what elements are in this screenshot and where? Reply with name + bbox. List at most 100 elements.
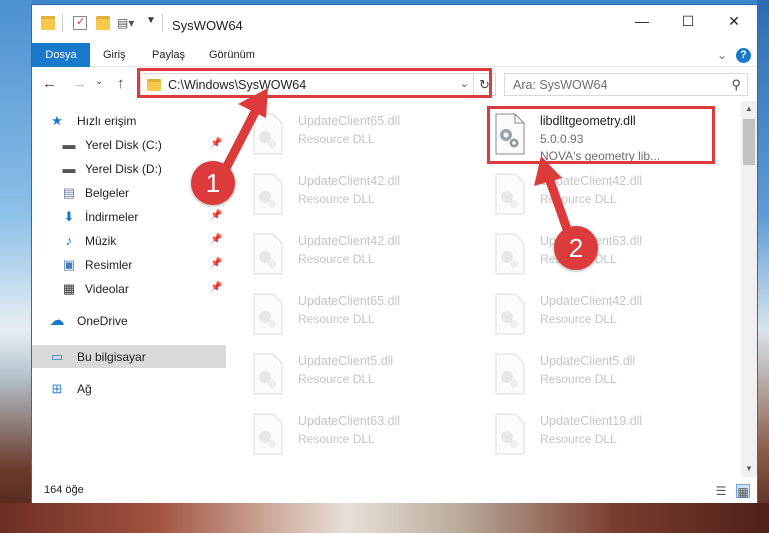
- desktop-background-right: [757, 0, 769, 533]
- ribbon-tabs: Dosya Giriş Paylaş Görünüm ⌄ ?: [32, 43, 757, 67]
- close-button[interactable]: ✕: [711, 5, 757, 37]
- customize-toolbar-icon[interactable]: ▤▾: [117, 16, 134, 30]
- music-icon: ♪: [65, 233, 73, 248]
- cloud-icon: ☁: [49, 312, 65, 329]
- expand-ribbon-icon[interactable]: ⌄: [717, 48, 727, 62]
- recent-locations-icon[interactable]: ⌄: [95, 76, 103, 87]
- file-type: Resource DLL: [540, 432, 617, 446]
- new-folder-icon[interactable]: [96, 16, 110, 30]
- file-item[interactable]: UpdateClient42.dll Resource DLL: [236, 229, 466, 287]
- search-box[interactable]: ⚲: [504, 73, 748, 96]
- quick-access-dropdown-icon[interactable]: ▼: [146, 15, 156, 26]
- dll-file-icon: [253, 233, 283, 275]
- sidebar-item-label: Hızlı erişim: [77, 114, 137, 128]
- dll-file-icon: [495, 113, 525, 155]
- documents-icon: ▤: [62, 185, 76, 200]
- help-icon[interactable]: ?: [736, 48, 751, 63]
- sidebar-item-pictures[interactable]: ▣ Resimler 📌: [32, 253, 226, 276]
- sidebar-item-label: OneDrive: [77, 314, 128, 328]
- file-name: UpdateClient42.dll: [540, 294, 643, 308]
- sidebar-item-local-disk-c[interactable]: ▬ Yerel Disk (C:) 📌: [32, 133, 226, 156]
- file-item[interactable]: UpdateClient63.dll Resource DLL: [236, 409, 466, 467]
- file-name: UpdateClient19.dll: [540, 414, 643, 428]
- file-item[interactable]: UpdateClient42.dll Resource DLL: [236, 169, 466, 227]
- file-item[interactable]: UpdateClient5.dll Resource DLL: [478, 349, 708, 407]
- refresh-button[interactable]: ↻: [473, 74, 495, 95]
- sidebar-item-label: Belgeler: [85, 186, 130, 200]
- file-name: UpdateClient65.dll: [298, 114, 401, 128]
- scroll-thumb[interactable]: [743, 119, 755, 165]
- explorer-window: ✓ ▤▾ ▼ SysWOW64 — ☐ ✕ Dosya Giriş Paylaş…: [31, 4, 758, 503]
- sidebar-item-label: Videolar: [85, 282, 129, 296]
- sidebar-item-label: Yerel Disk (D:): [85, 162, 162, 176]
- drive-icon: ▬: [62, 137, 76, 152]
- drive-icon: ▬: [62, 161, 76, 176]
- sidebar-item-label: Müzik: [85, 234, 117, 248]
- sidebar-item-network[interactable]: ⊞ Ağ: [32, 377, 226, 400]
- dll-file-icon: [495, 173, 525, 215]
- tab-view[interactable]: Görünüm: [209, 43, 255, 67]
- network-icon: ⊞: [51, 381, 63, 396]
- sidebar-item-downloads[interactable]: ⬇ İndirmeler 📌: [32, 205, 226, 228]
- large-icons-view-icon[interactable]: ▦: [736, 484, 750, 499]
- sidebar-item-quick-access[interactable]: ★ Hızlı erişim: [32, 109, 226, 132]
- star-icon: ★: [51, 113, 63, 128]
- sidebar-item-label: Bu bilgisayar: [77, 350, 146, 364]
- search-icon[interactable]: ⚲: [731, 77, 741, 93]
- file-name: UpdateClient5.dll: [298, 354, 394, 368]
- file-name: UpdateClient42.dll: [540, 174, 643, 188]
- file-item-highlighted[interactable]: libdlltgeometry.dll 5.0.0.93 NOVA's geom…: [478, 109, 708, 167]
- computer-icon: ▭: [50, 349, 64, 364]
- details-view-icon[interactable]: ☰: [714, 484, 728, 498]
- address-dropdown-icon[interactable]: ⌄: [460, 77, 469, 90]
- file-name: UpdateClient65.dll: [298, 294, 401, 308]
- tab-share[interactable]: Paylaş: [152, 43, 185, 67]
- file-item[interactable]: UpdateClient65.dll Resource DLL: [236, 289, 466, 347]
- file-item[interactable]: UpdateClient65.dll Resource DLL: [236, 109, 466, 167]
- maximize-button[interactable]: ☐: [665, 5, 711, 37]
- file-type: Resource DLL: [298, 312, 375, 326]
- divider: [162, 14, 163, 32]
- sidebar-item-label: Resimler: [85, 258, 133, 272]
- folder-icon: [41, 16, 55, 30]
- address-bar[interactable]: C:\Windows\SysWOW64 ⌄ ↻: [140, 73, 496, 96]
- sidebar-item-label: İndirmeler: [85, 210, 139, 224]
- file-item[interactable]: UpdateClient5.dll Resource DLL: [236, 349, 466, 407]
- file-item[interactable]: UpdateClient42.dll Resource DLL: [478, 289, 708, 347]
- tab-file[interactable]: Dosya: [32, 43, 90, 67]
- dll-file-icon: [253, 293, 283, 335]
- file-name: UpdateClient5.dll: [540, 354, 636, 368]
- item-count: 164 öğe: [44, 484, 84, 496]
- file-name: UpdateClient42.dll: [298, 174, 401, 188]
- pin-icon[interactable]: 📌: [210, 258, 222, 269]
- pin-icon[interactable]: 📌: [210, 138, 222, 149]
- minimize-button[interactable]: —: [619, 5, 665, 37]
- sidebar-item-videos[interactable]: ▦ Videolar 📌: [32, 277, 226, 300]
- sidebar-item-onedrive[interactable]: ☁ OneDrive: [32, 309, 226, 332]
- navigation-pane: ★ Hızlı erişim ▬ Yerel Disk (C:) 📌 ▬ Yer…: [32, 101, 232, 475]
- sidebar-item-this-pc[interactable]: ▭ Bu bilgisayar: [32, 345, 226, 368]
- file-list: UpdateClient65.dll Resource DLL libdlltg…: [236, 101, 739, 471]
- file-item[interactable]: UpdateClient19.dll Resource DLL: [478, 409, 708, 467]
- back-button[interactable]: ←: [42, 75, 57, 92]
- title-bar: ✓ ▤▾ ▼ SysWOW64 — ☐ ✕: [32, 5, 757, 43]
- properties-icon[interactable]: ✓: [73, 16, 87, 30]
- sidebar-item-label: Ağ: [77, 382, 92, 396]
- up-button[interactable]: ↑: [117, 75, 125, 92]
- pin-icon[interactable]: 📌: [210, 282, 222, 293]
- file-item[interactable]: UpdateClient42.dll Resource DLL: [478, 169, 708, 227]
- dll-file-icon: [495, 413, 525, 455]
- pin-icon[interactable]: 📌: [210, 234, 222, 245]
- vertical-scrollbar[interactable]: ▲ ▼: [741, 101, 757, 477]
- sidebar-item-music[interactable]: ♪ Müzik 📌: [32, 229, 226, 252]
- dll-file-icon: [495, 293, 525, 335]
- tab-home[interactable]: Giriş: [103, 43, 126, 67]
- address-path[interactable]: C:\Windows\SysWOW64: [168, 78, 306, 92]
- search-input[interactable]: [513, 77, 713, 93]
- window-title: SysWOW64: [172, 18, 243, 33]
- forward-button[interactable]: →: [72, 75, 87, 92]
- scroll-down-icon[interactable]: ▼: [741, 461, 757, 477]
- file-type: Resource DLL: [298, 432, 375, 446]
- pin-icon[interactable]: 📌: [210, 210, 222, 221]
- scroll-up-icon[interactable]: ▲: [741, 101, 757, 117]
